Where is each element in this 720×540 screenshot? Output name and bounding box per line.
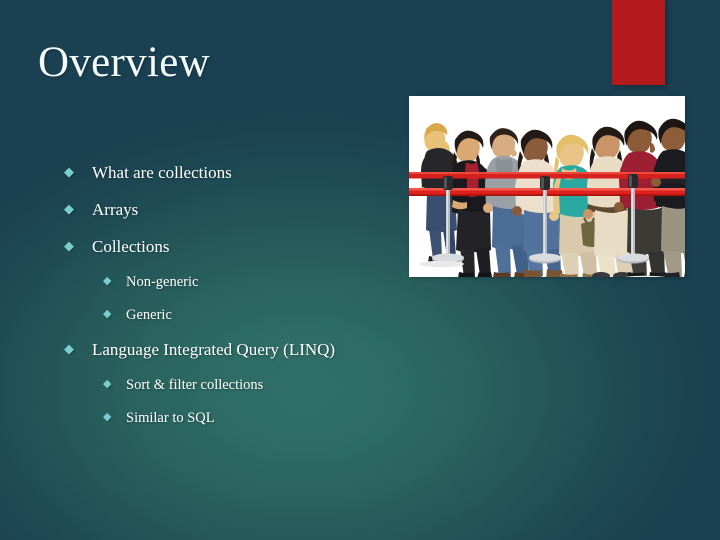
sub-list-item[interactable]: ◆ Generic [64, 307, 394, 324]
sub-list-item-label: Sort & filter collections [126, 377, 264, 393]
list-item[interactable]: ◆ Collections [64, 237, 394, 257]
list-item[interactable]: ◆ Arrays [64, 200, 394, 220]
sub-list-item-label: Non-generic [126, 274, 199, 290]
red-accent-bar [612, 0, 665, 85]
sub-list-item-label: Generic [126, 307, 172, 323]
presentation-slide: Overview ◆ What are collections ◆ Arrays… [0, 0, 720, 540]
list-item[interactable]: ◆ What are collections [64, 163, 394, 183]
sub-list-item[interactable]: ◆ Sort & filter collections [64, 377, 394, 394]
sub-list-item-label: Similar to SQL [126, 410, 215, 426]
bullet-list: ◆ What are collections ◆ Arrays ◆ Collec… [64, 163, 394, 443]
queue-illustration [409, 96, 685, 277]
list-item-label: Arrays [92, 200, 139, 219]
sub-list-item[interactable]: ◆ Non-generic [64, 274, 394, 291]
bullet-diamond-icon: ◆ [64, 238, 74, 253]
bullet-diamond-icon: ◆ [64, 341, 74, 356]
bullet-diamond-icon: ◆ [64, 201, 74, 216]
page-title: Overview [38, 39, 210, 86]
list-item[interactable]: ◆ Language Integrated Query (LINQ) [64, 340, 394, 360]
list-item-label: Language Integrated Query (LINQ) [92, 340, 336, 359]
bullet-diamond-icon: ◆ [103, 378, 112, 390]
list-item-label: Collections [92, 237, 170, 256]
bullet-diamond-icon: ◆ [103, 411, 112, 423]
list-item-label: What are collections [92, 163, 232, 182]
bullet-diamond-icon: ◆ [103, 308, 112, 320]
queue-photo [409, 96, 685, 277]
bullet-diamond-icon: ◆ [64, 164, 74, 179]
sub-list-item[interactable]: ◆ Similar to SQL [64, 410, 394, 427]
bullet-diamond-icon: ◆ [103, 275, 112, 287]
